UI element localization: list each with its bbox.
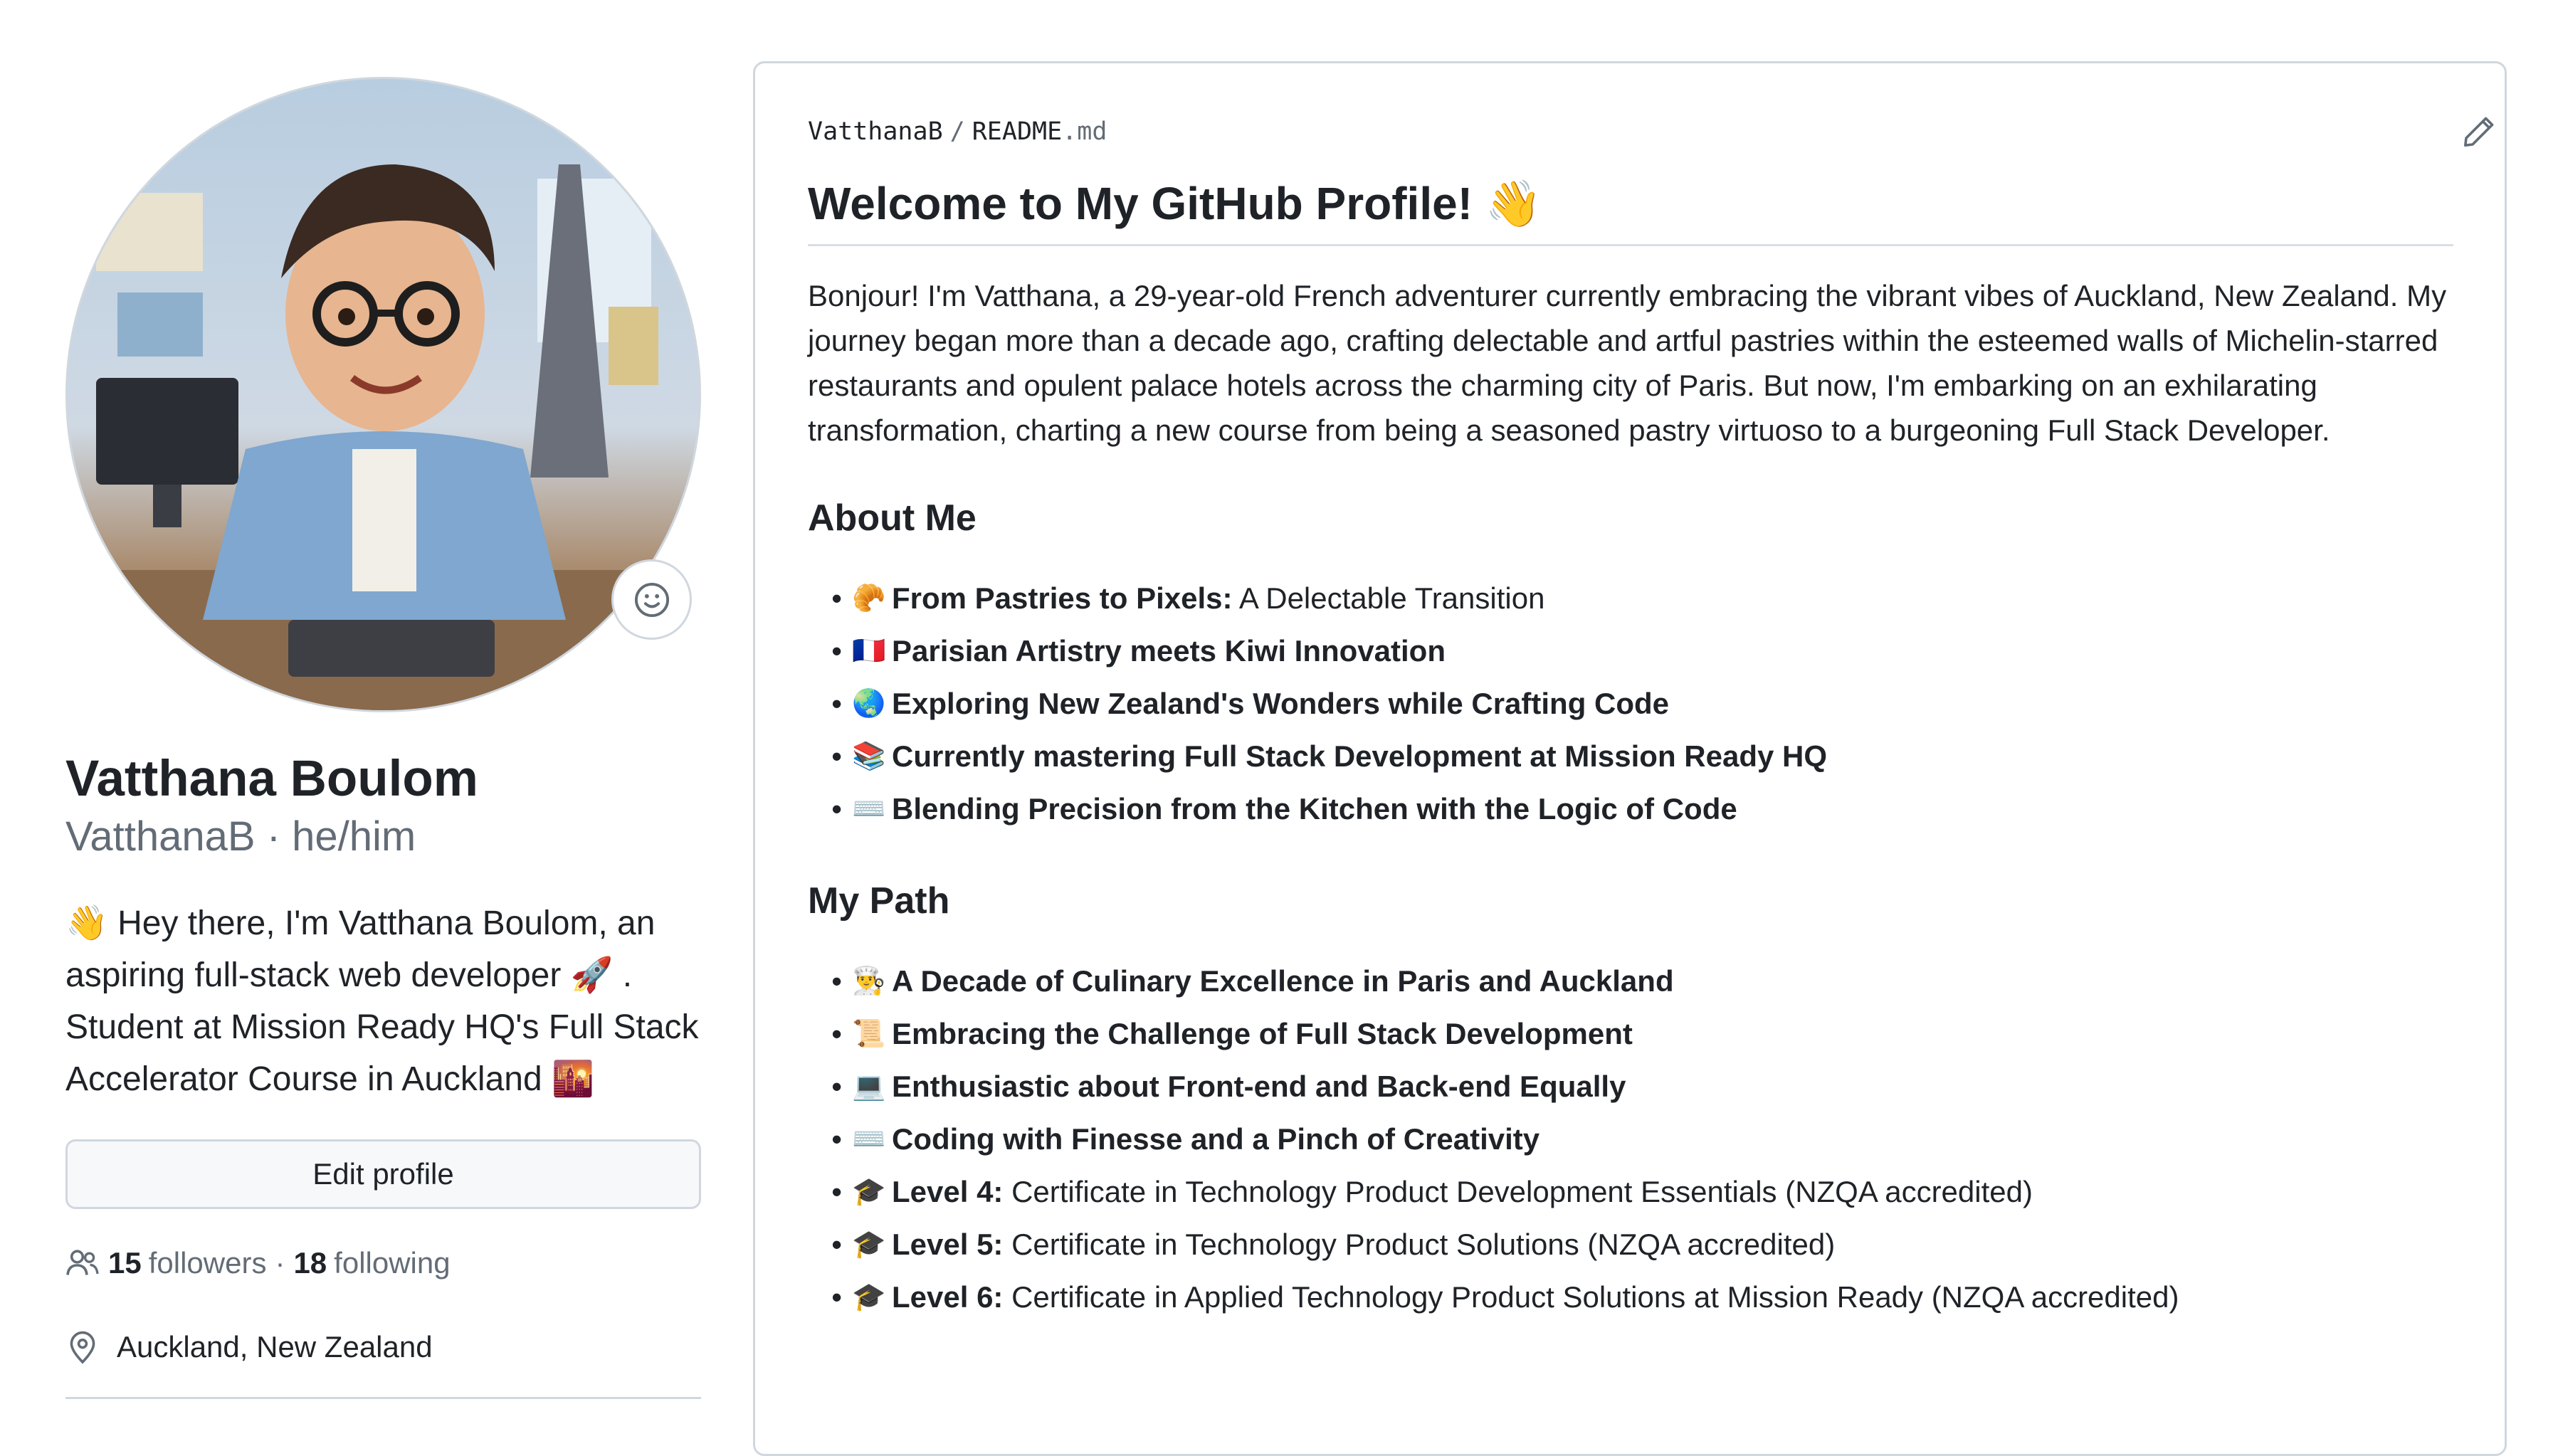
- follow-separator: ·: [275, 1246, 285, 1280]
- follow-stats: 15 followers · 18 following: [65, 1242, 701, 1284]
- smiley-icon: [634, 582, 669, 617]
- location-pin-icon: [70, 1331, 95, 1364]
- about-heading: About Me: [808, 497, 977, 539]
- path-list: • 👨‍🍳 A Decade of Culinary Excellence in P…: [808, 955, 2453, 1324]
- followers-count: 15: [108, 1246, 142, 1280]
- path-separator: /: [949, 117, 965, 146]
- profile-location: Auckland, New Zealand: [65, 1326, 701, 1368]
- list-item: • 👨‍🍳 A Decade of Culinary Excellence in P…: [831, 964, 1674, 998]
- profile-sidebar: Vatthana Boulom VatthanaB · he/him 👋 Hey…: [65, 77, 701, 1399]
- list-item: • 🥐 From Pastries to Pixels: A Delectable …: [831, 581, 1545, 615]
- readme-card: VatthanaB / README .md Welcome to My GitH…: [753, 61, 2507, 1456]
- list-item: • ⌨️ Blending Precision from the Kitchen w…: [831, 792, 1737, 825]
- readme-file-ext: .md: [1062, 117, 1107, 146]
- list-item: • 🎓 Level 6: Certificate in Applied Techno…: [831, 1280, 2179, 1314]
- readme-intro: Bonjour! I'm Vatthana, a 29-year-old Fre…: [808, 279, 2447, 447]
- profile-bio: 👋 Hey there, I'm Vatthana Boulom, an asp…: [65, 904, 699, 1098]
- following-label: following: [334, 1246, 451, 1280]
- following-link[interactable]: 18 following: [293, 1246, 450, 1280]
- list-item: • 🎓 Level 4: Certificate in Technology Pro…: [831, 1175, 2033, 1208]
- profile-full-name: Vatthana Boulom: [65, 751, 478, 807]
- path-heading: My Path: [808, 880, 950, 922]
- readme-owner-link[interactable]: VatthanaB: [808, 117, 943, 146]
- list-item: • 🇫🇷 Parisian Artistry meets Kiwi Innovati…: [831, 634, 1446, 668]
- readme-title: Welcome to My GitHub Profile! 👋: [808, 174, 2453, 246]
- sidebar-divider: [65, 1397, 701, 1399]
- list-item: • 💻 Enthusiastic about Front-end and Back-…: [831, 1070, 1626, 1103]
- list-item: • 🌏 Exploring New Zealand's Wonders while …: [831, 687, 1670, 720]
- people-icon: [66, 1250, 99, 1275]
- avatar[interactable]: [65, 77, 701, 712]
- avatar-container: [65, 77, 701, 712]
- list-item: • 📜 Embracing the Challenge of Full Stack …: [831, 1017, 1633, 1050]
- pencil-icon[interactable]: [2462, 115, 2496, 149]
- edit-profile-button[interactable]: Edit profile: [65, 1139, 701, 1209]
- profile-username-pronouns: VatthanaB · he/him: [65, 813, 416, 860]
- readme-file-path: VatthanaB / README .md: [808, 115, 2453, 149]
- about-list: • 🥐 From Pastries to Pixels: A Delectable …: [808, 572, 2453, 835]
- readme-file-name[interactable]: README: [972, 117, 1062, 146]
- list-item: • ⌨️ Coding with Finesse and a Pinch of Cr…: [831, 1122, 1540, 1156]
- avatar-illustration: [68, 164, 699, 710]
- following-count: 18: [293, 1246, 327, 1280]
- list-item: • 🎓 Level 5: Certificate in Technology Pro…: [831, 1228, 1836, 1261]
- location-text: Auckland, New Zealand: [117, 1330, 433, 1363]
- readme-content: VatthanaB / README .md Welcome to My GitH…: [808, 115, 2494, 1324]
- followers-label: followers: [148, 1246, 267, 1280]
- followers-link[interactable]: 15 followers: [108, 1246, 266, 1280]
- set-status-button[interactable]: [611, 559, 692, 640]
- list-item: • 📚 Currently mastering Full Stack Develop…: [831, 739, 1827, 773]
